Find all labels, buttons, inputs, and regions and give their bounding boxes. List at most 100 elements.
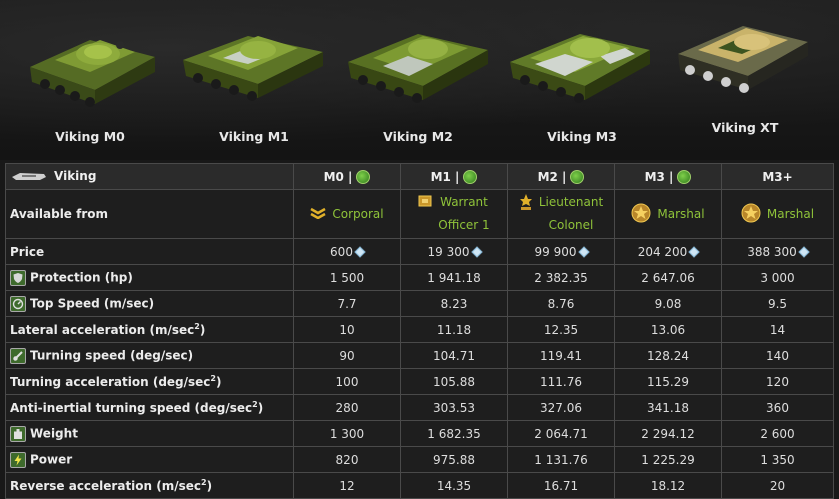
table-cell: 2 294.12: [614, 420, 722, 447]
table-row-lateral-acceleration: Lateral acceleration (m/sec2) 10 11.18 1…: [5, 316, 834, 343]
table-cell: 115.29: [614, 368, 722, 395]
table-cell: 327.06: [507, 394, 615, 421]
table-cell: 9.5: [721, 290, 834, 317]
rank-name-line2: Officer 1: [438, 218, 490, 232]
table-cell: 820: [293, 446, 401, 473]
crystal-icon: [688, 246, 700, 258]
table-cell: 140: [721, 342, 834, 369]
row-label: Price: [5, 238, 294, 265]
rank-cell-m3: Marshal: [614, 189, 722, 239]
upgrade-badge-icon: [463, 169, 478, 184]
row-label: Weight: [30, 426, 78, 440]
speedometer-icon: [10, 295, 26, 312]
table-row-weight: Weight 1 300 1 682.35 2 064.71 2 294.12 …: [5, 420, 834, 447]
rank-cell-m2: Lieutenant Colonel: [507, 189, 615, 239]
table-cell: 99 900: [507, 238, 615, 265]
table-cell: 280: [293, 394, 401, 421]
marshal-star-icon: [741, 203, 761, 226]
header-m3plus-label: M3+: [762, 169, 793, 184]
table-cell: 13.06: [614, 316, 722, 343]
rank-cell-m3plus: Marshal: [721, 189, 834, 239]
header-m2: M2 |: [507, 163, 615, 190]
row-label: Anti-inertial turning speed (deg/sec: [10, 401, 253, 415]
table-cell: 14: [721, 316, 834, 343]
table-cell: 90: [293, 342, 401, 369]
upgrade-badge-icon: [677, 169, 692, 184]
table-cell: 8.76: [507, 290, 615, 317]
tank-name-m0: Viking M0: [55, 129, 125, 144]
table-cell: 8.23: [400, 290, 508, 317]
table-cell: 100: [293, 368, 401, 395]
header-viking: Viking: [5, 163, 294, 190]
row-label: Reverse acceleration (m/sec: [10, 479, 202, 493]
tank-name-m2: Viking M2: [383, 129, 453, 144]
lieutenant-colonel-icon: [519, 193, 533, 214]
rank-name-line1: Warrant: [440, 195, 488, 209]
stats-table: Viking M0 | M1 | M2 | M3 | M3+ Available…: [5, 163, 834, 499]
table-cell: 3 000: [721, 264, 834, 291]
row-label-cell: Lateral acceleration (m/sec2): [5, 316, 294, 343]
tank-image-m1: [178, 18, 328, 108]
tank-silhouette-icon: [10, 170, 48, 184]
table-row-turning-speed: Turning speed (deg/sec) 90 104.71 119.41…: [5, 342, 834, 369]
header-m3plus: M3+: [721, 163, 834, 190]
marshal-star-icon: [631, 203, 651, 226]
table-cell: 16.71: [507, 472, 615, 499]
table-row-anti-inertial-turning-speed: Anti-inertial turning speed (deg/sec2) 2…: [5, 394, 834, 421]
header-m2-label: M2 |: [537, 169, 567, 184]
table-cell: 9.08: [614, 290, 722, 317]
table-cell: 1 225.29: [614, 446, 722, 473]
row-label-cell: Weight: [5, 420, 294, 447]
header-m3-label: M3 |: [644, 169, 674, 184]
header-m0: M0 |: [293, 163, 401, 190]
table-row-turning-acceleration: Turning acceleration (deg/sec2) 100 105.…: [5, 368, 834, 395]
tank-name-m1: Viking M1: [219, 129, 289, 144]
rank-name-line2: Colonel: [548, 218, 594, 232]
rank-name: Corporal: [332, 207, 384, 221]
table-cell: 119.41: [507, 342, 615, 369]
rank-name: Marshal: [766, 207, 815, 221]
table-cell: 1 131.76: [507, 446, 615, 473]
table-row-top-speed: Top Speed (m/sec) 7.7 8.23 8.76 9.08 9.5: [5, 290, 834, 317]
table-cell: 20: [721, 472, 834, 499]
table-cell: 303.53: [400, 394, 508, 421]
table-cell: 128.24: [614, 342, 722, 369]
table-cell: 12.35: [507, 316, 615, 343]
row-label: Turning acceleration (deg/sec: [10, 375, 211, 389]
header-viking-label: Viking: [54, 169, 97, 184]
lightning-icon: [10, 451, 26, 468]
header-m0-label: M0 |: [323, 169, 353, 184]
table-cell: 12: [293, 472, 401, 499]
row-label: Available from: [5, 189, 294, 239]
table-cell: 204 200: [614, 238, 722, 265]
table-cell: 2 064.71: [507, 420, 615, 447]
table-cell: 19 300: [400, 238, 508, 265]
tank-image-m0: [20, 12, 160, 117]
table-row-power: Power 820 975.88 1 131.76 1 225.29 1 350: [5, 446, 834, 473]
table-cell: 975.88: [400, 446, 508, 473]
header-m1: M1 |: [400, 163, 508, 190]
table-cell: 1 682.35: [400, 420, 508, 447]
row-label-cell: Anti-inertial turning speed (deg/sec2): [5, 394, 294, 421]
table-cell: 105.88: [400, 368, 508, 395]
row-label-cell: Turning speed (deg/sec): [5, 342, 294, 369]
table-row-protection: Protection (hp) 1 500 1 941.18 2 382.35 …: [5, 264, 834, 291]
table-cell: 341.18: [614, 394, 722, 421]
crystal-icon: [577, 246, 590, 258]
corporal-chevron-icon: [310, 207, 326, 222]
row-label: Protection (hp): [30, 270, 133, 284]
table-cell: 120: [721, 368, 834, 395]
rank-cell-m0: Corporal: [293, 189, 401, 239]
shield-icon: [10, 269, 26, 286]
table-cell: 360: [721, 394, 834, 421]
table-cell: 7.7: [293, 290, 401, 317]
table-cell: 2 600: [721, 420, 834, 447]
table-cell: 1 300: [293, 420, 401, 447]
tank-name-m3: Viking M3: [547, 129, 617, 144]
table-cell: 2 647.06: [614, 264, 722, 291]
weight-icon: [10, 425, 26, 442]
tank-image-xt: [668, 14, 818, 100]
table-cell: 1 350: [721, 446, 834, 473]
row-label: Turning speed (deg/sec): [30, 348, 194, 362]
table-cell: 104.71: [400, 342, 508, 369]
